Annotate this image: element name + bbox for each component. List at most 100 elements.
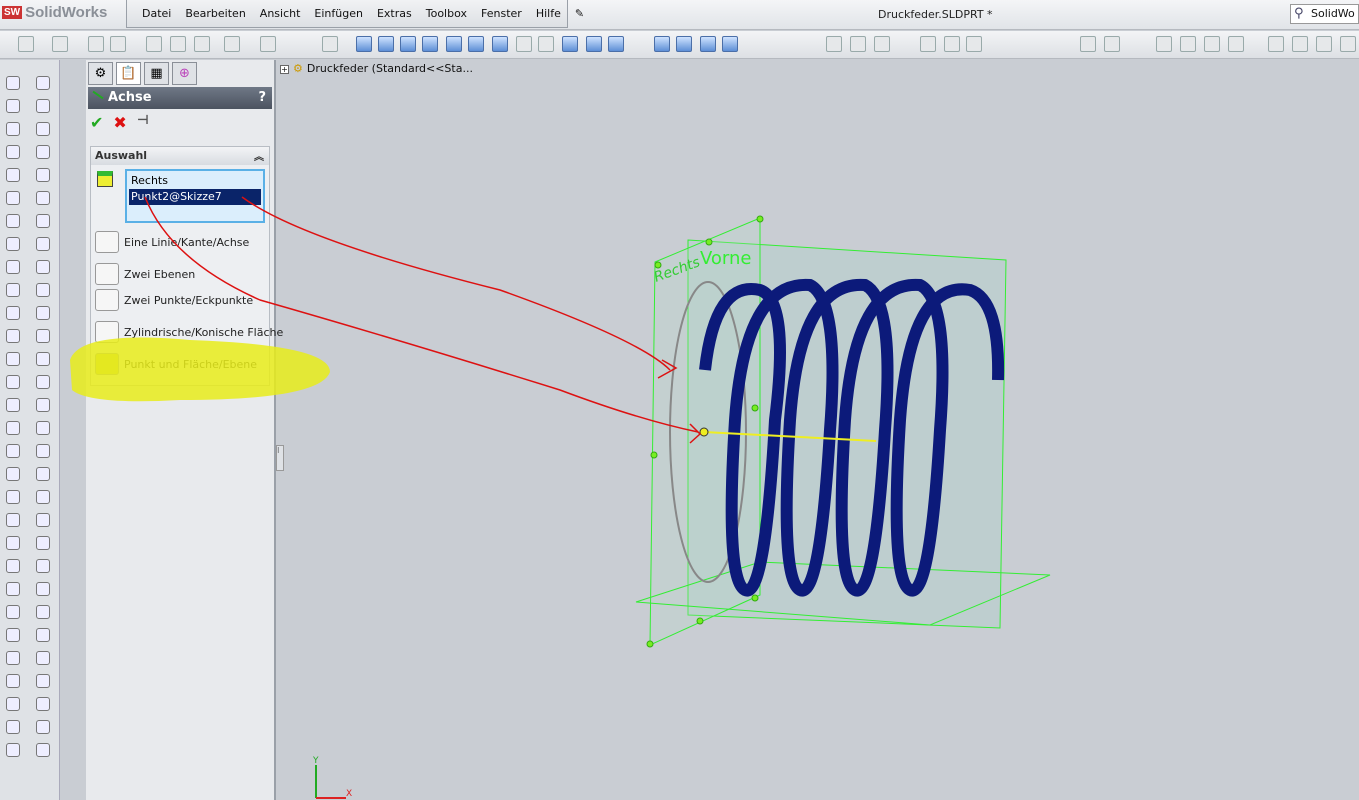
sketch-tool-icon[interactable] [6, 651, 20, 665]
sketch-tool-icon[interactable] [36, 444, 50, 458]
sketch-tool-icon[interactable] [36, 398, 50, 412]
sketch-tool-icon[interactable] [36, 76, 50, 90]
sketch-tool-icon[interactable] [6, 191, 20, 205]
shaded-edges-icon[interactable] [586, 36, 602, 52]
cancel-button[interactable]: ✖ [113, 113, 126, 132]
sketch-icon[interactable] [920, 36, 936, 52]
display-icon[interactable] [722, 36, 738, 52]
feature-icon-7[interactable] [1268, 36, 1284, 52]
sketch-tool-icon[interactable] [36, 237, 50, 251]
sketch-tool-icon[interactable] [36, 421, 50, 435]
select-icon[interactable] [322, 36, 338, 52]
sketch-tool-icon[interactable] [6, 329, 20, 343]
undo-icon[interactable] [224, 36, 240, 52]
sketch-tool-icon[interactable] [36, 536, 50, 550]
feature-icon-1[interactable] [1080, 36, 1096, 52]
sketch-tool-icon[interactable] [36, 720, 50, 734]
sketch-tool-icon[interactable] [36, 191, 50, 205]
sketch-tool-icon[interactable] [6, 536, 20, 550]
sketch-tool-icon[interactable] [36, 697, 50, 711]
sketch-tool-icon[interactable] [6, 490, 20, 504]
sketch-tool-icon[interactable] [36, 467, 50, 481]
feature-icon-3[interactable] [1156, 36, 1172, 52]
view-bottom-icon[interactable] [468, 36, 484, 52]
section-view-icon[interactable] [654, 36, 670, 52]
sketch-tool-icon[interactable] [6, 99, 20, 113]
sketch-tool-icon[interactable] [6, 720, 20, 734]
option-line-edge-axis[interactable]: Eine Linie/Kante/Achse [95, 231, 249, 253]
realview-icon[interactable] [700, 36, 716, 52]
option-cylindrical-face[interactable]: Zylindrische/Konische Fläche [95, 321, 283, 343]
menu-einfuegen[interactable]: Einfügen [314, 7, 363, 20]
sketch-tool-icon[interactable] [36, 628, 50, 642]
menu-bearbeiten[interactable]: Bearbeiten [185, 7, 245, 20]
feature-icon-10[interactable] [1340, 36, 1356, 52]
sketch-tool-icon[interactable] [36, 352, 50, 366]
sketch-tool-icon[interactable] [6, 398, 20, 412]
panel-splitter[interactable]: ⁝ [276, 445, 284, 471]
pushpin-button[interactable]: ⊣ [137, 113, 149, 132]
redo-icon[interactable] [260, 36, 276, 52]
sketch-tool-icon[interactable] [6, 76, 20, 90]
expand-icon[interactable]: + [280, 65, 289, 74]
sketch-tool-icon[interactable] [36, 375, 50, 389]
search-input[interactable]: ⚲ SolidWo [1290, 4, 1359, 24]
feature-icon-2[interactable] [1104, 36, 1120, 52]
sketch-tool-icon[interactable] [36, 168, 50, 182]
feature-icon-4[interactable] [1180, 36, 1196, 52]
sketch-tool-icon[interactable] [6, 444, 20, 458]
view-iso-icon[interactable] [492, 36, 508, 52]
option-two-planes[interactable]: Zwei Ebenen [95, 263, 195, 285]
sketch-tool-icon[interactable] [6, 559, 20, 573]
properties-icon[interactable] [170, 36, 186, 52]
sketch-tool-icon[interactable] [6, 352, 20, 366]
smart-dimension-icon[interactable] [944, 36, 960, 52]
sketch-tool-icon[interactable] [36, 306, 50, 320]
sketch-tool-icon[interactable] [36, 605, 50, 619]
sketch-tool-icon[interactable] [6, 743, 20, 757]
sketch-tool-icon[interactable] [36, 743, 50, 757]
help-button[interactable]: ? [258, 90, 266, 105]
view-front-icon[interactable] [356, 36, 372, 52]
ok-button[interactable]: ✔ [90, 113, 103, 132]
view-left-icon[interactable] [400, 36, 416, 52]
filter-vertices-icon[interactable] [850, 36, 866, 52]
feature-icon-8[interactable] [1292, 36, 1308, 52]
sketch-tool-icon[interactable] [6, 605, 20, 619]
sketch-tool-icon[interactable] [6, 674, 20, 688]
sketch-tool-icon[interactable] [36, 513, 50, 527]
solidworks-logo[interactable]: SW SolidWorks [2, 4, 107, 21]
filter-faces-icon[interactable] [874, 36, 890, 52]
collapse-icon[interactable]: ︽ [254, 148, 264, 163]
menu-toolbox[interactable]: Toolbox [426, 7, 467, 20]
sketch-tool-icon[interactable] [36, 329, 50, 343]
sketch-tool-icon[interactable] [6, 283, 20, 297]
feature-tree-flyout[interactable]: + ⚙ Druckfeder (Standard<<Sta... [280, 62, 473, 75]
sketch-tool-icon[interactable] [6, 513, 20, 527]
selection-list[interactable]: Rechts Punkt2@Skizze7 [125, 169, 265, 223]
feature-icon-5[interactable] [1204, 36, 1220, 52]
hidden-lines-icon[interactable] [516, 36, 532, 52]
sketch-tool-icon[interactable] [36, 582, 50, 596]
annotation-icon[interactable] [966, 36, 982, 52]
sketch-tool-icon[interactable] [36, 145, 50, 159]
menu-extras[interactable]: Extras [377, 7, 412, 20]
pin-icon[interactable]: ✎ [575, 7, 584, 20]
perspective-icon[interactable] [676, 36, 692, 52]
view-back-icon[interactable] [378, 36, 394, 52]
sketch-tool-icon[interactable] [6, 122, 20, 136]
sketch-tool-icon[interactable] [36, 214, 50, 228]
sketch-tool-icon[interactable] [6, 375, 20, 389]
menu-fenster[interactable]: Fenster [481, 7, 522, 20]
menu-hilfe[interactable]: Hilfe [536, 7, 561, 20]
shadows-icon[interactable] [608, 36, 624, 52]
sketch-tool-icon[interactable] [6, 168, 20, 182]
sketch-tool-icon[interactable] [6, 582, 20, 596]
sketch-tool-icon[interactable] [6, 628, 20, 642]
sketch-tool-icon[interactable] [6, 145, 20, 159]
option-point-and-face[interactable]: Punkt und Fläche/Ebene [95, 353, 257, 375]
sketch-tool-icon[interactable] [36, 99, 50, 113]
sketch-tool-icon[interactable] [36, 490, 50, 504]
view-right-icon[interactable] [422, 36, 438, 52]
menu-datei[interactable]: Datei [142, 7, 171, 20]
